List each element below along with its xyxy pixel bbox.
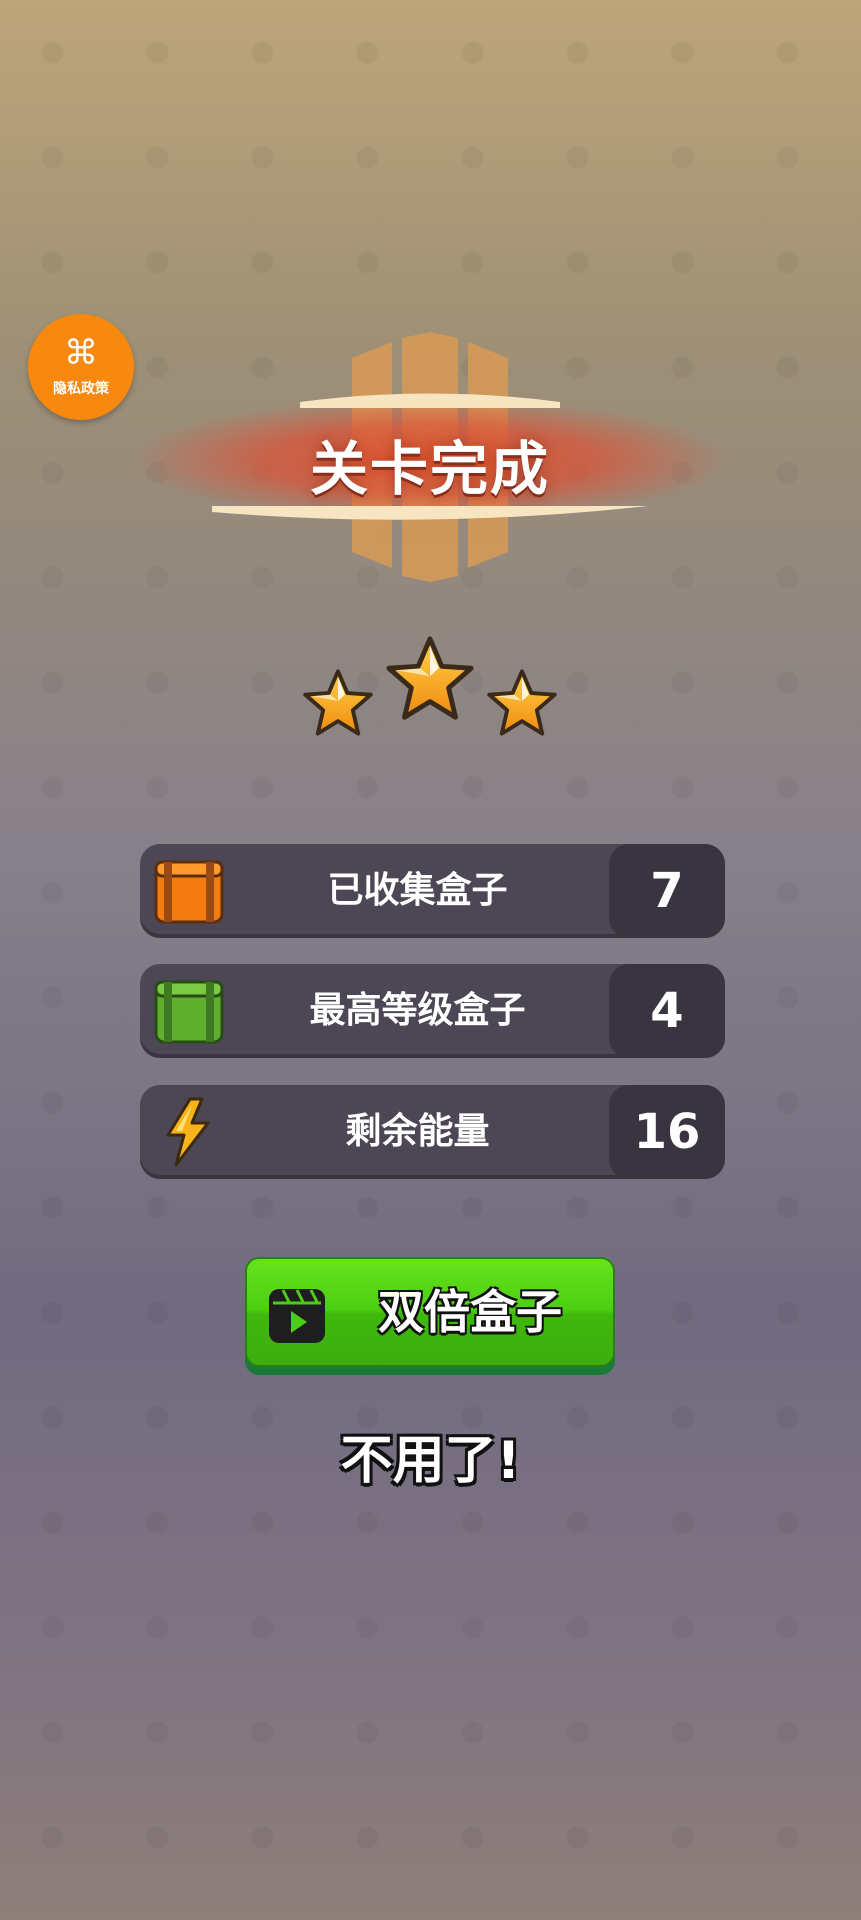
privacy-policy-button[interactable]: ⌘ 隐私政策 bbox=[28, 314, 134, 420]
privacy-policy-label: 隐私政策 bbox=[53, 381, 109, 397]
background-pattern bbox=[0, 0, 861, 1920]
level-complete-banner: 关卡完成 bbox=[130, 330, 730, 590]
level-complete-title: 关卡完成 bbox=[309, 435, 550, 503]
command-icon: ⌘ bbox=[64, 333, 98, 373]
stat-label: 已收集盒子 bbox=[327, 870, 508, 911]
stat-row-highest-level-box: 最高等级盒子 4 bbox=[140, 964, 725, 1058]
no-thanks-button[interactable]: 不用了! bbox=[0, 1418, 861, 1493]
star-icon bbox=[303, 669, 373, 736]
stat-row-energy-remaining: 剩余能量 16 bbox=[140, 1085, 725, 1179]
stat-row-boxes-collected: 已收集盒子 7 bbox=[140, 844, 725, 938]
stat-value: 16 bbox=[609, 1085, 725, 1179]
stat-label: 剩余能量 bbox=[345, 1111, 490, 1152]
stat-value: 7 bbox=[609, 844, 725, 938]
green-box-icon bbox=[154, 980, 224, 1044]
star-rating bbox=[303, 636, 557, 736]
stat-label: 最高等级盒子 bbox=[309, 990, 526, 1031]
button-face: 双倍盒子 bbox=[245, 1257, 615, 1367]
video-play-icon bbox=[269, 1289, 325, 1343]
double-boxes-button[interactable]: 双倍盒子 bbox=[245, 1257, 615, 1375]
star-icon bbox=[386, 636, 474, 720]
lightning-icon bbox=[166, 1097, 210, 1167]
stat-value: 4 bbox=[609, 964, 725, 1058]
orange-box-icon bbox=[154, 860, 224, 924]
double-boxes-label: 双倍盒子 bbox=[378, 1285, 562, 1339]
star-icon bbox=[487, 669, 557, 736]
